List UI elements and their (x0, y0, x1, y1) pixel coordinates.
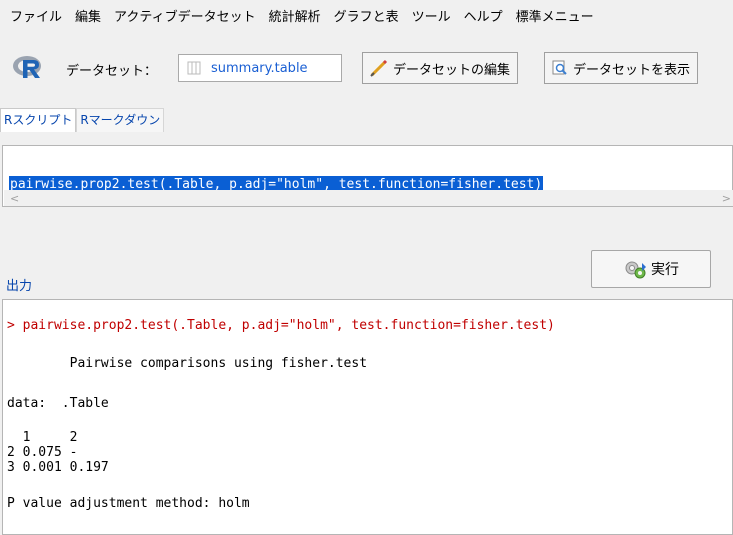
menu-standard[interactable]: 標準メニュー (512, 6, 603, 25)
script-horizontal-scrollbar[interactable]: < > (4, 190, 733, 206)
output-pane[interactable]: > pairwise.prop2.test(.Table, p.adj="hol… (2, 299, 733, 535)
run-button[interactable]: 実行 (591, 250, 711, 288)
menu-bar: ファイル 編集 アクティブデータセット 統計解析 グラフと表 ツール ヘルプ 標… (0, 0, 733, 30)
menu-graphs[interactable]: グラフと表 (330, 6, 408, 25)
r-logo-icon (13, 56, 41, 78)
tab-r-markdown[interactable]: Rマークダウン (76, 108, 165, 132)
output-table-header: 1 2 (7, 430, 78, 445)
menu-statistics[interactable]: 統計解析 (265, 6, 330, 25)
table-icon (187, 61, 201, 75)
pencil-icon (370, 59, 388, 77)
output-line: P value adjustment method: holm (7, 496, 250, 511)
menu-file[interactable]: ファイル (6, 6, 71, 25)
scroll-right-icon[interactable]: > (722, 192, 731, 205)
menu-tools[interactable]: ツール (408, 6, 460, 25)
output-label: 出力 (6, 279, 33, 294)
menu-active-dataset[interactable]: アクティブデータセット (110, 6, 265, 25)
output-table-row: 3 0.001 0.197 (7, 460, 109, 475)
gears-icon (625, 261, 646, 279)
output-line: Pairwise comparisons using fisher.test (7, 356, 368, 371)
magnifier-icon (552, 60, 567, 75)
view-dataset-button[interactable]: データセットを表示 (544, 52, 699, 84)
run-label: 実行 (651, 262, 679, 278)
dataset-selector[interactable]: summary.table (178, 54, 342, 82)
edit-dataset-button[interactable]: データセットの編集 (362, 52, 519, 84)
dataset-label: データセット： (66, 64, 158, 79)
dataset-name: summary.table (211, 60, 308, 76)
scroll-left-icon[interactable]: < (10, 192, 19, 205)
view-dataset-label: データセットを表示 (573, 62, 691, 78)
tab-r-script[interactable]: Rスクリプト (0, 108, 77, 132)
output-line: data: .Table (7, 396, 109, 411)
editor-tabs: Rスクリプト Rマークダウン (0, 108, 165, 132)
edit-dataset-label: データセットの編集 (393, 62, 511, 78)
menu-edit[interactable]: 編集 (71, 6, 110, 25)
toolbar: データセット： summary.table データセットの編集 データセットを表… (0, 48, 733, 88)
output-command-line: > pairwise.prop2.test(.Table, p.adj="hol… (7, 318, 555, 333)
menu-help[interactable]: ヘルプ (460, 6, 512, 25)
output-table-row: 2 0.075 - (7, 445, 78, 460)
